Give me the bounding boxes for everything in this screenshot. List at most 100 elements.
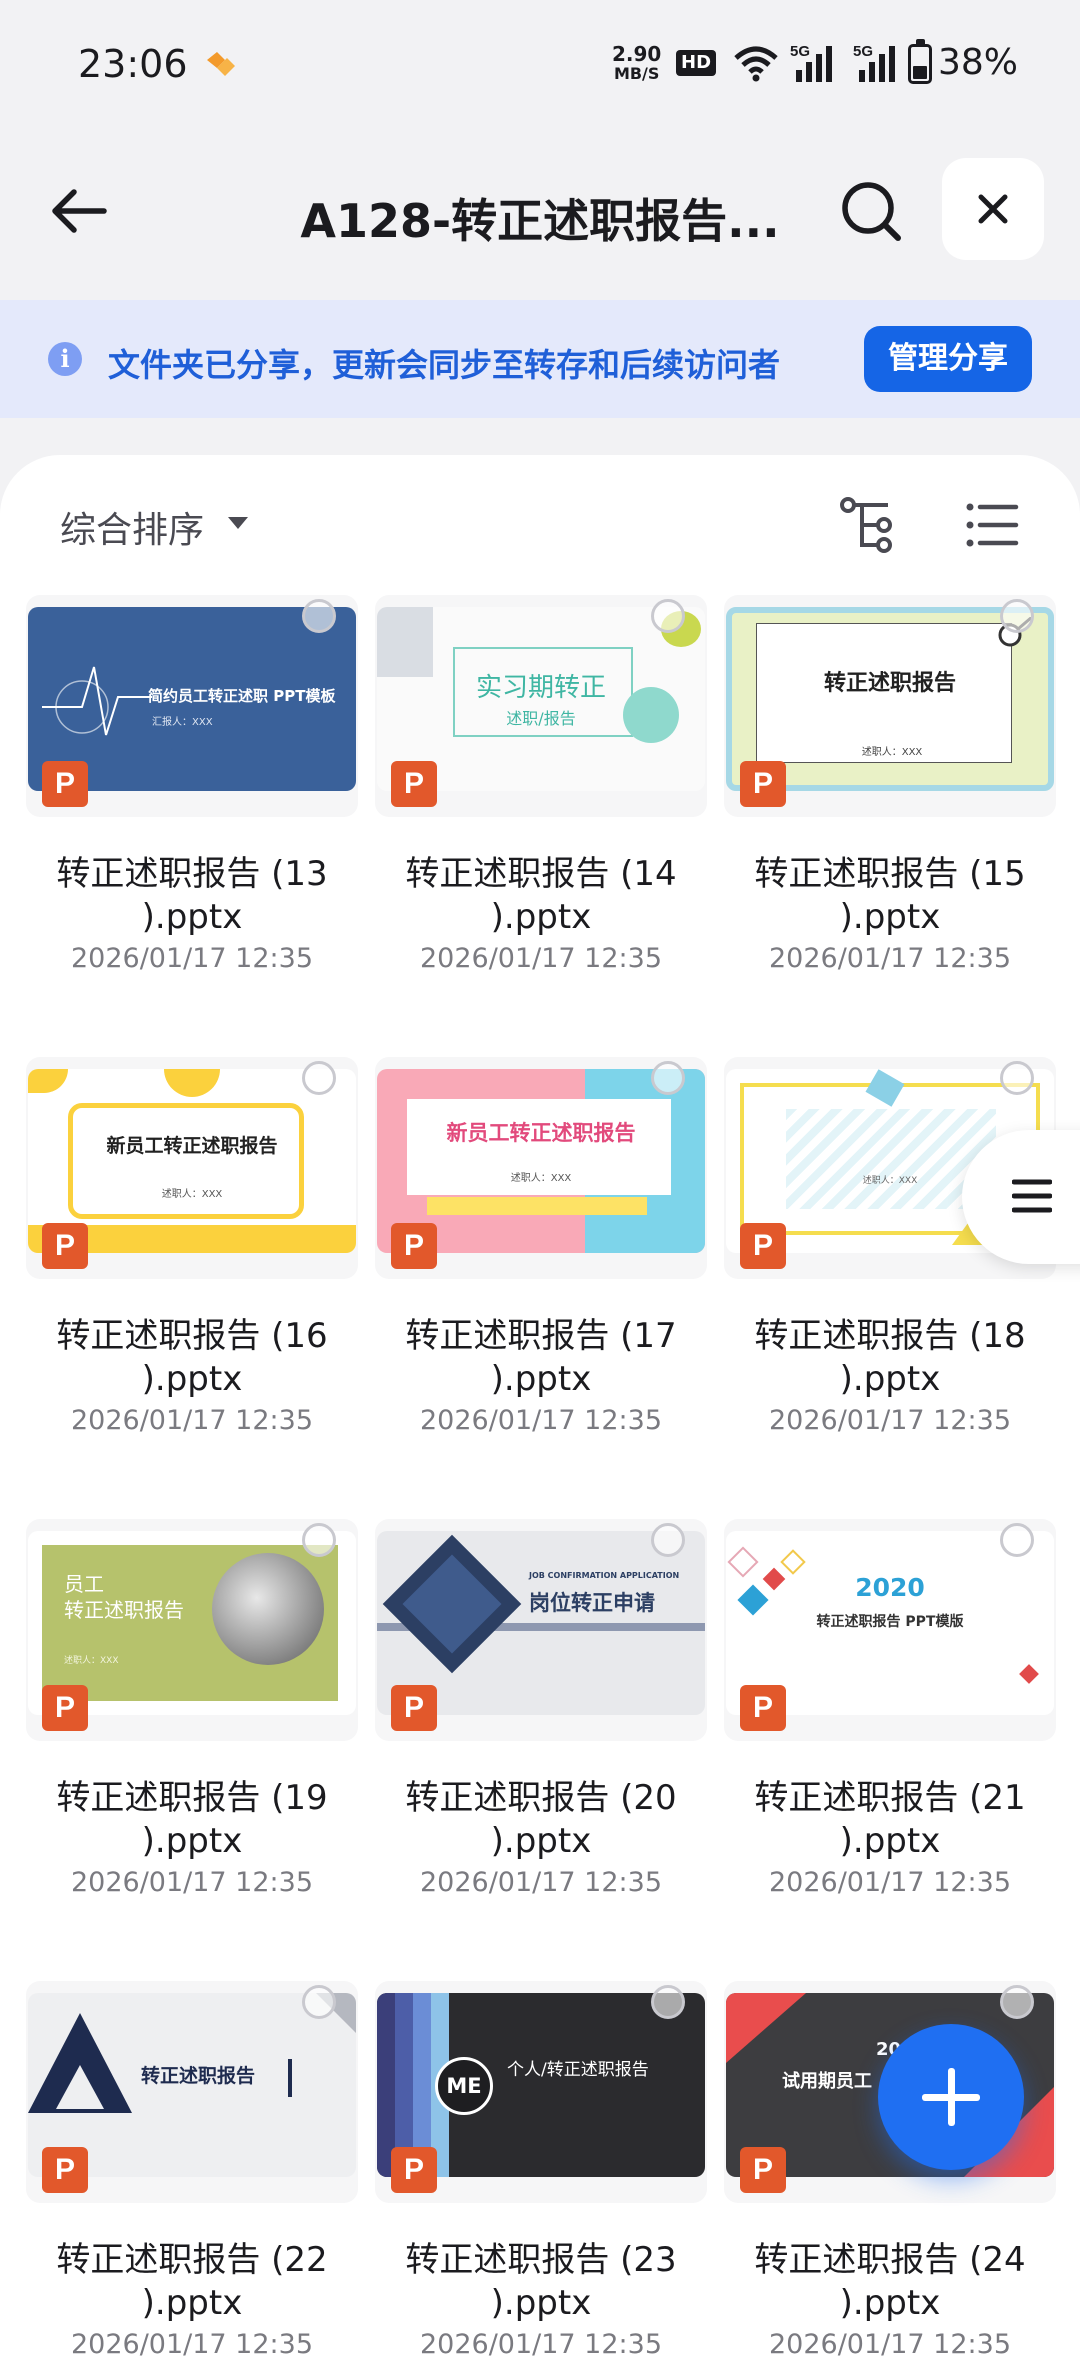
file-card[interactable]: 新员工转正述职报告 述职人：XXX P 转正述职报告 (17 ).pptx 20… xyxy=(375,1057,707,1519)
file-thumbnail: 转正述职报告 述职人：XXX P xyxy=(724,595,1056,817)
file-name: 转正述职报告 (22 ).pptx xyxy=(56,2240,328,2323)
file-name: 转正述职报告 (13 ).pptx xyxy=(56,854,328,937)
select-checkbox[interactable] xyxy=(651,1985,685,2019)
menu-icon xyxy=(1012,1179,1052,1213)
file-thumbnail: 转正述职报告 P xyxy=(26,1981,358,2203)
share-notice-banner: i 文件夹已分享，更新会同步至转存和后续访问者 管理分享 xyxy=(0,300,1080,418)
select-checkbox[interactable] xyxy=(302,1061,336,1095)
file-thumbnail: JOB CONFIRMATION APPLICATION 岗位转正申请 P xyxy=(375,1519,707,1741)
thumbnail-title: 简约员工转正述职 PPT模板 xyxy=(148,687,336,705)
select-checkbox[interactable] xyxy=(302,599,336,633)
file-thumbnail: 新员工转正述职报告 述职人：XXX P xyxy=(375,1057,707,1279)
file-date: 2026/01/17 12:35 xyxy=(768,1867,1011,1898)
ppt-file-icon: P xyxy=(740,2147,786,2193)
sort-dropdown[interactable]: 综合排序 xyxy=(60,501,204,553)
file-name: 转正述职报告 (21 ).pptx xyxy=(754,1778,1026,1861)
ppt-file-icon: P xyxy=(391,1223,437,1269)
file-name: 转正述职报告 (24 ).pptx xyxy=(754,2240,1026,2323)
ppt-file-icon: P xyxy=(42,1223,88,1269)
select-checkbox[interactable] xyxy=(651,1061,685,1095)
file-name: 转正述职报告 (16 ).pptx xyxy=(56,1316,328,1399)
file-date: 2026/01/17 12:35 xyxy=(70,943,313,974)
thumbnail-subtitle: 转正述职报告 PPT模版 xyxy=(816,1614,964,1630)
select-checkbox[interactable] xyxy=(651,1523,685,1557)
thumbnail-subtitle: 述职人：XXX xyxy=(510,1173,572,1184)
back-arrow-icon[interactable] xyxy=(46,178,112,244)
file-thumbnail: 员工 转正述职报告 述职人：XXX P xyxy=(26,1519,358,1741)
file-date: 2026/01/17 12:35 xyxy=(419,1867,662,1898)
file-card[interactable]: 新员工转正述职报告 述职人：XXX P 转正述职报告 (16 ).pptx 20… xyxy=(26,1057,358,1519)
ppt-file-icon: P xyxy=(391,1685,437,1731)
list-view-icon[interactable] xyxy=(962,495,1022,555)
thumbnail-title: 新员工转正述职报告 xyxy=(106,1135,278,1157)
signal-icon: 5G xyxy=(853,43,895,82)
thumbnail-badge: ME xyxy=(435,2057,493,2115)
select-checkbox[interactable] xyxy=(1000,599,1034,633)
ppt-file-icon: P xyxy=(42,761,88,807)
file-thumbnail: 实习期转正 述职/报告 P xyxy=(375,595,707,817)
file-name: 转正述职报告 (17 ).pptx xyxy=(405,1316,677,1399)
thumbnail-subtitle: 述职人：XXX xyxy=(64,1656,119,1666)
status-time: 23:06 xyxy=(78,42,188,86)
select-checkbox[interactable] xyxy=(302,1523,336,1557)
file-thumbnail: 新员工转正述职报告 述职人：XXX P xyxy=(26,1057,358,1279)
thumbnail-subtitle: JOB CONFIRMATION APPLICATION xyxy=(529,1571,680,1580)
file-date: 2026/01/17 12:35 xyxy=(70,2329,313,2360)
file-name: 转正述职报告 (14 ).pptx xyxy=(405,854,677,937)
ppt-file-icon: P xyxy=(42,2147,88,2193)
file-card[interactable]: 转正述职报告 述职人：XXX P 转正述职报告 (15 ).pptx 2026/… xyxy=(724,595,1056,1057)
file-date: 2026/01/17 12:35 xyxy=(70,1867,313,1898)
ppt-file-icon: P xyxy=(391,761,437,807)
file-date: 2026/01/17 12:35 xyxy=(419,943,662,974)
thumbnail-title: 岗位转正申请 xyxy=(529,1591,655,1615)
thumbnail-title: 新员工转正述职报告 xyxy=(446,1121,636,1145)
wifi-icon xyxy=(734,46,778,82)
select-checkbox[interactable] xyxy=(651,599,685,633)
file-date: 2026/01/17 12:35 xyxy=(419,1405,662,1436)
select-checkbox[interactable] xyxy=(1000,1061,1034,1095)
folder-title: A128-转正述职报告... xyxy=(300,194,780,248)
file-thumbnail: ME 个人/转正述职报告 P xyxy=(375,1981,707,2203)
signal-icon: 5G xyxy=(790,43,832,82)
file-date: 2026/01/17 12:35 xyxy=(768,2329,1011,2360)
manage-share-button[interactable]: 管理分享 xyxy=(864,326,1032,392)
file-card[interactable]: 实习期转正 述职/报告 P 转正述职报告 (14 ).pptx 2026/01/… xyxy=(375,595,707,1057)
file-name: 转正述职报告 (20 ).pptx xyxy=(405,1778,677,1861)
ppt-file-icon: P xyxy=(391,2147,437,2193)
select-checkbox[interactable] xyxy=(1000,1985,1034,2019)
thumbnail-subtitle: 述职人：XXX xyxy=(161,1189,223,1200)
search-icon[interactable] xyxy=(838,178,904,244)
close-button[interactable] xyxy=(942,158,1044,260)
file-card[interactable]: 员工 转正述职报告 述职人：XXX P 转正述职报告 (19 ).pptx 20… xyxy=(26,1519,358,1981)
close-icon xyxy=(978,194,1008,224)
file-card[interactable]: JOB CONFIRMATION APPLICATION 岗位转正申请 P 转正… xyxy=(375,1519,707,1981)
file-thumbnail: 简约员工转正述职 PPT模板 汇报人：XXX P xyxy=(26,595,358,817)
pulse-line-icon xyxy=(42,666,152,736)
ppt-file-icon: P xyxy=(740,1223,786,1269)
thumbnail-title: 转正述职报告 xyxy=(140,2065,255,2087)
status-bar: 23:06 2.90 MB/S HD 5G 5G 38% xyxy=(0,0,1080,120)
thumbnail-title: 转正述职报告 xyxy=(823,671,956,696)
thumbnail-title: 2020 xyxy=(855,1573,925,1602)
hd-icon: HD xyxy=(676,50,717,76)
file-name: 转正述职报告 (15 ).pptx xyxy=(754,854,1026,937)
select-checkbox[interactable] xyxy=(302,1985,336,2019)
file-date: 2026/01/17 12:35 xyxy=(768,943,1011,974)
ppt-file-icon: P xyxy=(42,1685,88,1731)
network-speed: 2.90 MB/S xyxy=(612,42,662,83)
tree-view-icon[interactable] xyxy=(838,495,898,555)
add-file-button[interactable] xyxy=(878,2024,1024,2170)
file-card[interactable]: 简约员工转正述职 PPT模板 汇报人：XXX P 转正述职报告 (13 ).pp… xyxy=(26,595,358,1057)
select-checkbox[interactable] xyxy=(1000,1523,1034,1557)
info-icon: i xyxy=(48,342,82,376)
file-card[interactable]: 2020 转正述职报告 PPT模版 P 转正述职报告 (21 ).pptx 20… xyxy=(724,1519,1056,1981)
file-date: 2026/01/17 12:35 xyxy=(768,1405,1011,1436)
file-date: 2026/01/17 12:35 xyxy=(70,1405,313,1436)
file-card[interactable]: ME 个人/转正述职报告 P 转正述职报告 (23 ).pptx 2026/01… xyxy=(375,1981,707,2376)
file-card[interactable]: 20 试用期员工 P 转正述职报告 (24 ).pptx 2026/01/17 … xyxy=(724,1981,1056,2376)
file-name: 转正述职报告 (18 ).pptx xyxy=(754,1316,1026,1399)
file-card[interactable]: 述职人：XXX P 转正述职报告 (18 ).pptx 2026/01/17 1… xyxy=(724,1057,1056,1519)
file-thumbnail: 2020 转正述职报告 PPT模版 P xyxy=(724,1519,1056,1741)
file-card[interactable]: 转正述职报告 P 转正述职报告 (22 ).pptx 2026/01/17 12… xyxy=(26,1981,358,2376)
chevron-down-icon[interactable] xyxy=(228,517,248,529)
